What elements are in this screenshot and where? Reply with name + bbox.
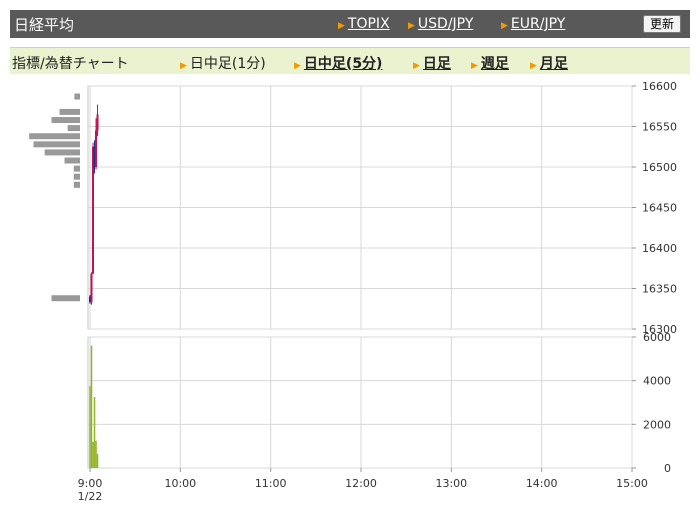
- volume-tick-label: 6000: [643, 331, 671, 344]
- volume-bar: [93, 397, 96, 468]
- time-tick-label: 13:00: [435, 477, 467, 490]
- time-tick-label: 14:00: [526, 477, 558, 490]
- volume-y-axis: 0 2000 4000 6000: [632, 331, 671, 475]
- price-tick-label: 16550: [642, 121, 677, 134]
- price-tick-label: 16500: [642, 161, 677, 174]
- time-tick-label: 15:00: [616, 477, 648, 490]
- volume-bar: [92, 441, 94, 468]
- volume-tick-label: 0: [664, 462, 671, 475]
- candle-body: [90, 273, 93, 303]
- volume-bar: [96, 453, 99, 468]
- volume-bar: [95, 440, 97, 468]
- volume-panel: 0 2000 4000 6000: [87, 331, 671, 475]
- price-tick-label: 16350: [642, 283, 677, 296]
- volume-tick-label: 4000: [643, 375, 671, 388]
- time-tick-label: 10:00: [164, 477, 196, 490]
- volume-profile-bar: [73, 181, 80, 188]
- time-tick-label: 11:00: [255, 477, 287, 490]
- price-tick-label: 16600: [642, 80, 677, 93]
- price-panel: 16300163501640016450165001655016600: [29, 80, 677, 336]
- volume-profile-bar: [67, 125, 80, 132]
- volume-profile: [29, 93, 80, 302]
- volume-profile-bar: [29, 133, 80, 140]
- volume-profile-bar: [44, 149, 80, 156]
- volume-profile-bar: [33, 141, 80, 148]
- candle-body: [96, 114, 99, 131]
- time-tick-label: 12:00: [345, 477, 377, 490]
- volume-profile-bar: [73, 173, 80, 180]
- candle-body: [95, 130, 98, 167]
- date-label: 1/22: [78, 490, 103, 503]
- volume-profile-bar: [51, 117, 80, 124]
- volume-profile-bar: [74, 93, 80, 100]
- volume-profile-bar: [73, 165, 80, 172]
- time-tick-label: 9:00: [78, 477, 103, 490]
- volume-profile-bar: [59, 108, 80, 115]
- intraday-chart: 16300163501640016450165001655016600 0200…: [29, 80, 677, 503]
- volume-tick-label: 2000: [643, 418, 671, 431]
- volume-profile-bar: [64, 157, 80, 164]
- price-tick-label: 16450: [642, 202, 677, 215]
- time-x-axis: 9:00 10:00 11:00 12:00 13:00 14:00 15:00 1/22: [78, 468, 648, 503]
- volume-bar: [90, 345, 93, 468]
- volume-profile-bar: [51, 295, 80, 302]
- price-y-axis: 16300163501640016450165001655016600: [632, 80, 677, 336]
- volume-bar: [89, 386, 91, 468]
- price-tick-label: 16400: [642, 242, 677, 255]
